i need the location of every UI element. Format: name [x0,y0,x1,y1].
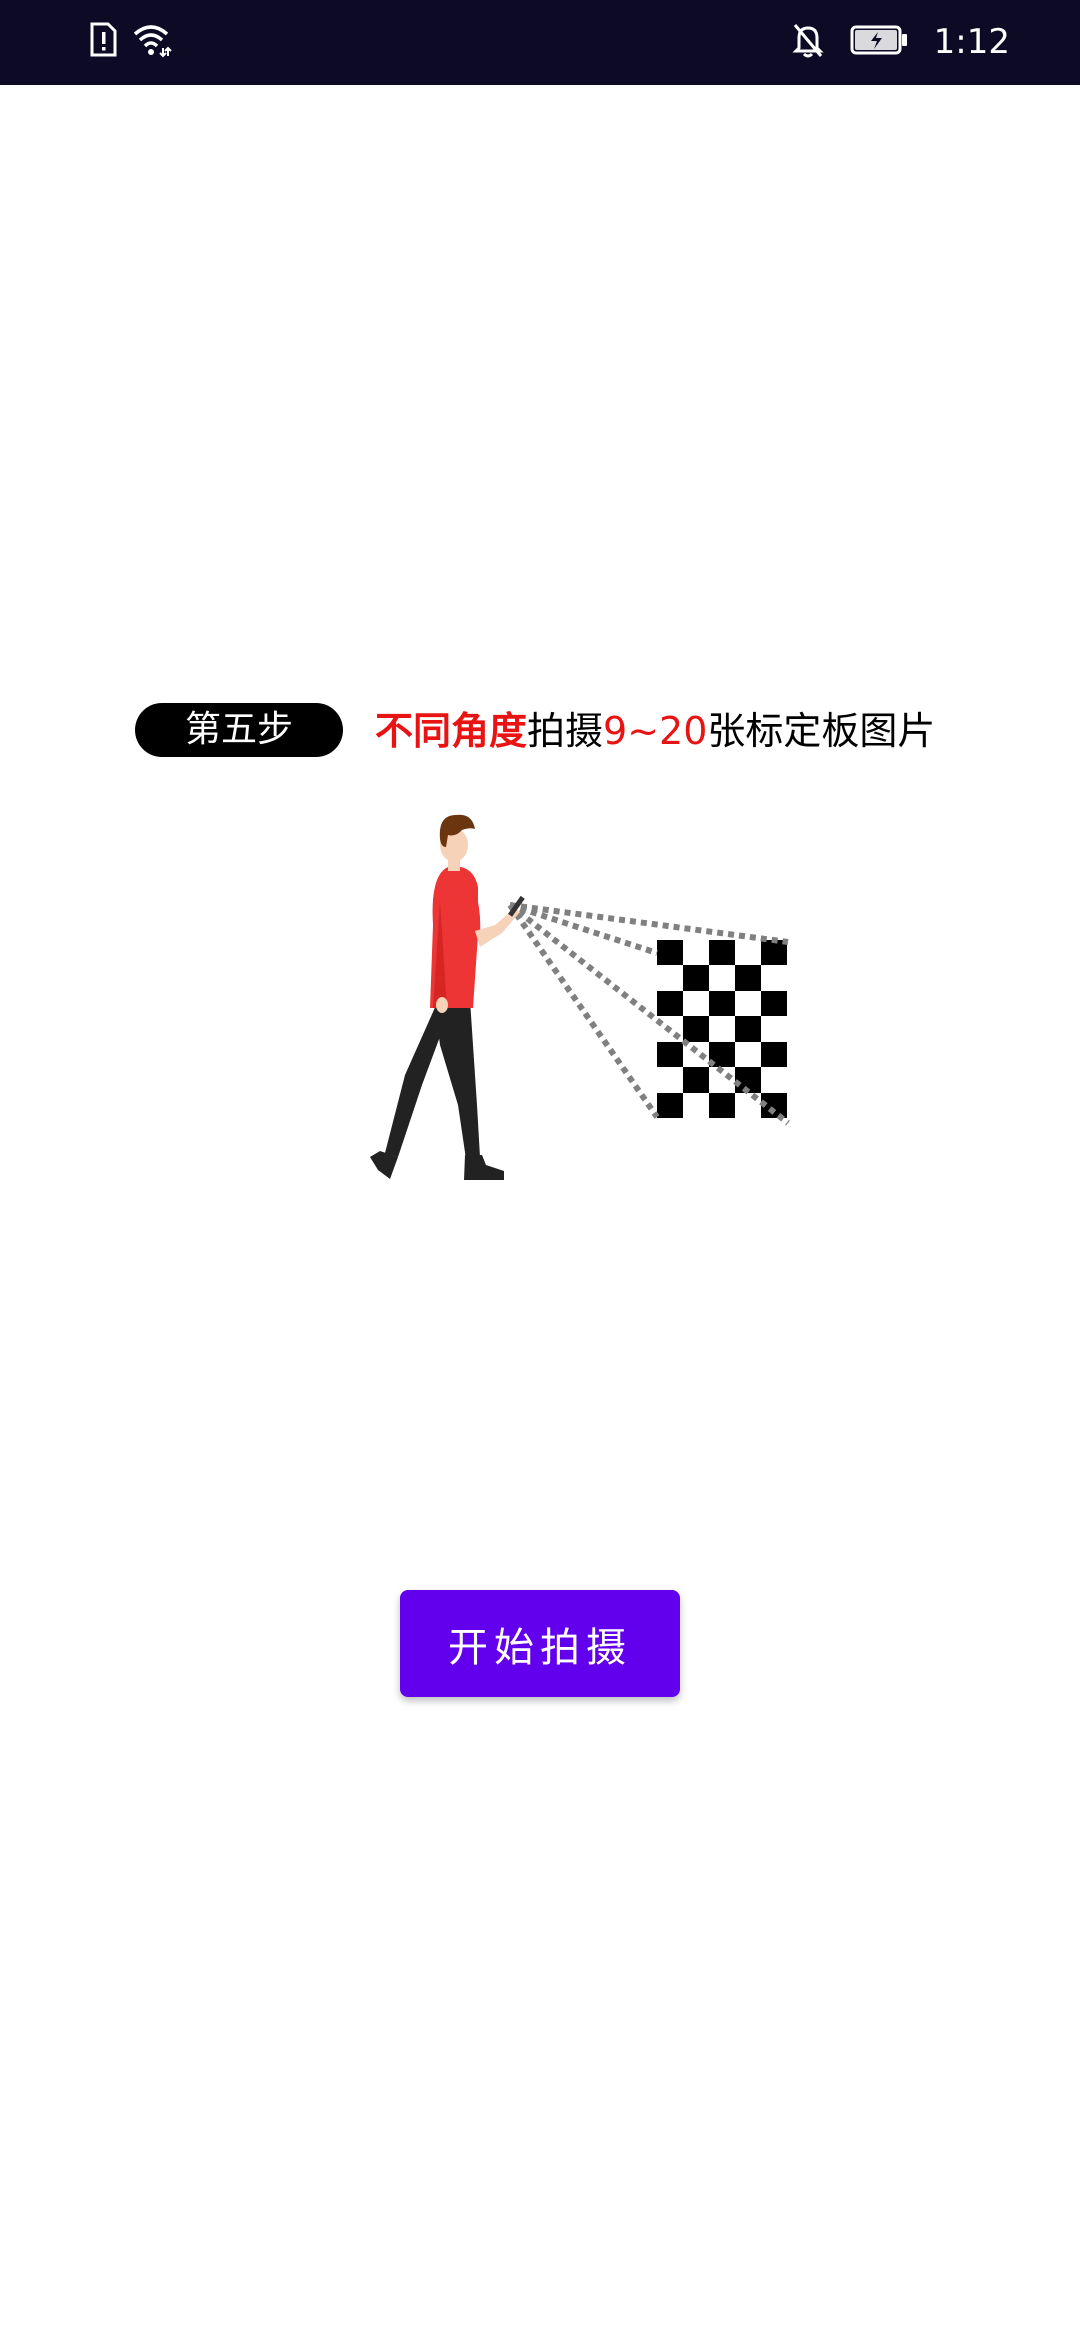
instruction-count: 9~20 [603,709,708,753]
person [370,814,525,1180]
person-photographing-checkerboard-illustration [330,805,800,1195]
clock: 1:12 [933,22,1010,62]
wifi-icon [132,22,172,62]
instruction-emphasis: 不同角度 [375,709,528,753]
screen: 1:12 第五步 不同角度拍摄9~20张标定板图片 开始拍摄 [0,0,1080,2340]
notifications-off-icon [792,21,824,63]
instruction-text-2: 张标定板图片 [707,709,936,753]
checkerboard [657,940,787,1120]
step-instruction: 不同角度拍摄9~20张标定板图片 [375,703,935,759]
battery-charging-icon [850,25,908,59]
start-shooting-button[interactable]: 开始拍摄 [400,1590,680,1697]
sim-alert-icon [88,22,118,62]
status-bar: 1:12 [0,0,1080,85]
instruction-text-1: 拍摄 [527,709,604,753]
status-right-icons: 1:12 [792,16,1010,68]
step-badge: 第五步 [135,703,343,757]
step-instruction-row: 第五步 不同角度拍摄9~20张标定板图片 [0,700,1080,762]
status-left-icons [88,22,172,62]
